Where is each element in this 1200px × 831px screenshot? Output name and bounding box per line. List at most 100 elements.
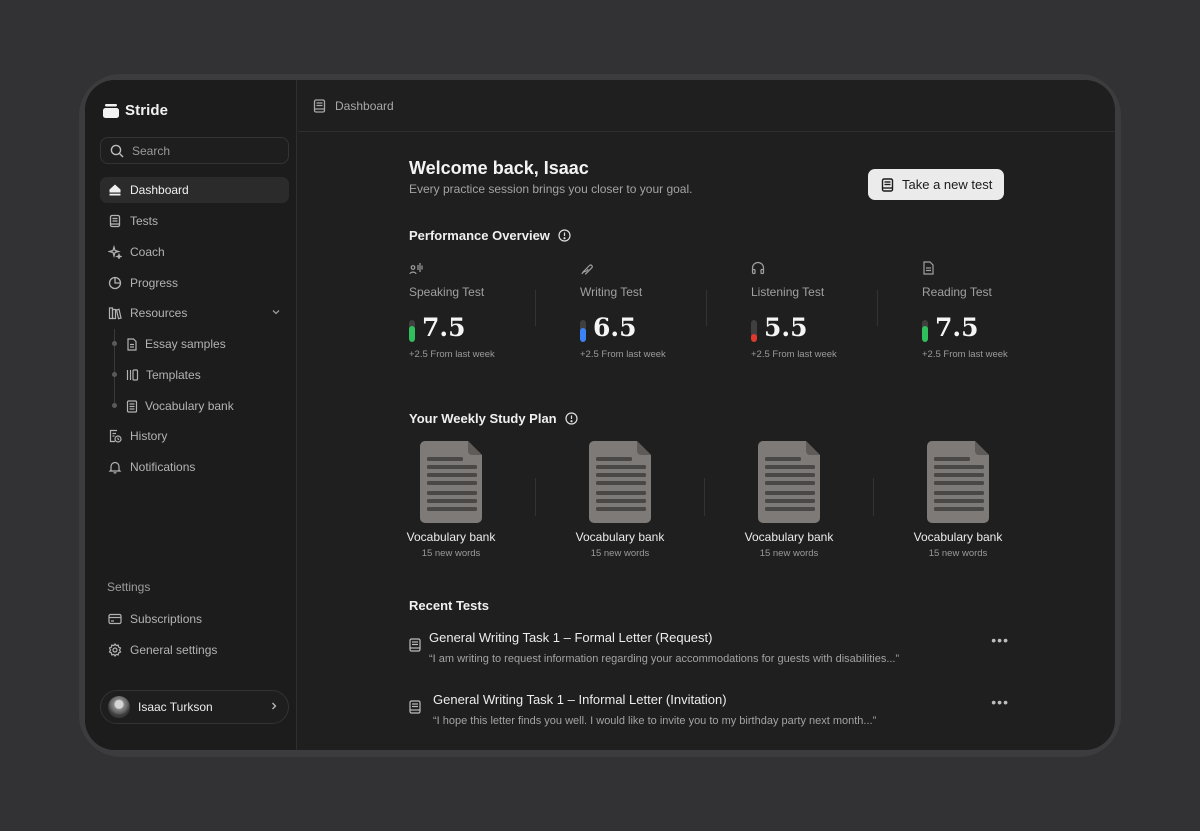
breadcrumb[interactable]: Dashboard bbox=[335, 99, 394, 113]
settings-section-label: Settings bbox=[107, 580, 151, 594]
sidebar-item-subscriptions[interactable]: Subscriptions bbox=[100, 606, 289, 632]
page-subtitle: Every practice session brings you closer… bbox=[409, 182, 693, 196]
tree-dot bbox=[112, 341, 117, 346]
sidebar-item-resources[interactable]: Resources bbox=[100, 300, 289, 326]
more-options-icon[interactable]: ••• bbox=[991, 632, 1009, 648]
metric-score: 5.5 bbox=[764, 313, 808, 342]
recent-test-item[interactable]: General Writing Task 1 – Informal Letter… bbox=[409, 692, 1009, 742]
book-icon bbox=[409, 700, 421, 714]
sidebar-item-label: General settings bbox=[130, 643, 218, 657]
metric-label: Listening Test bbox=[751, 285, 825, 299]
study-plan-card[interactable]: Vocabulary bank 15 new words bbox=[560, 441, 680, 559]
info-icon[interactable] bbox=[558, 229, 571, 242]
book-icon bbox=[313, 98, 326, 113]
user-profile-button[interactable]: Isaac Turkson bbox=[100, 690, 289, 724]
library-icon bbox=[108, 307, 122, 320]
document-illustration-icon bbox=[420, 441, 482, 523]
metric-speaking[interactable]: Speaking Test 7.5 +2.5 From last week bbox=[409, 261, 559, 371]
search-box[interactable] bbox=[100, 137, 289, 164]
sidebar-item-label: Notifications bbox=[130, 460, 196, 474]
study-plan-card[interactable]: Vocabulary bank 15 new words bbox=[729, 441, 849, 559]
sidebar-item-label: Dashboard bbox=[130, 183, 189, 197]
history-icon bbox=[109, 429, 122, 443]
recent-test-item[interactable]: General Writing Task 1 – Formal Letter (… bbox=[409, 630, 1009, 680]
score-level-fill bbox=[409, 325, 415, 342]
sidebar-item-coach[interactable]: Coach bbox=[100, 239, 289, 265]
metric-listening[interactable]: Listening Test 5.5 +2.5 From last week bbox=[751, 261, 901, 371]
study-plan-title: Vocabulary bank bbox=[913, 530, 1003, 544]
score-level-fill bbox=[580, 327, 586, 342]
document-icon bbox=[127, 337, 137, 351]
metric-reading[interactable]: Reading Test 7.5 +2.5 From last week bbox=[922, 261, 1072, 371]
book-icon bbox=[109, 214, 121, 228]
app-name: Stride bbox=[125, 102, 169, 119]
score-level-bar bbox=[751, 320, 757, 342]
tree-dot bbox=[112, 372, 117, 377]
study-plan-subtitle: 15 new words bbox=[759, 548, 819, 559]
take-new-test-button[interactable]: Take a new test bbox=[868, 169, 1004, 200]
top-bar: Dashboard bbox=[298, 80, 1115, 132]
app-window: Stride Dashboard Tests Coach Progress Re… bbox=[85, 80, 1115, 750]
recent-test-title: General Writing Task 1 – Informal Letter… bbox=[433, 692, 727, 707]
gear-icon bbox=[108, 643, 122, 657]
recent-test-snippet: “I am writing to request information reg… bbox=[429, 653, 900, 665]
sidebar-item-progress[interactable]: Progress bbox=[100, 270, 289, 296]
score-level-fill bbox=[922, 325, 928, 342]
metric-label: Speaking Test bbox=[409, 285, 485, 299]
button-label: Take a new test bbox=[902, 177, 993, 192]
sidebar-item-general-settings[interactable]: General settings bbox=[100, 637, 289, 663]
brand[interactable]: Stride bbox=[103, 102, 168, 119]
sidebar-subitem-label: Vocabulary bank bbox=[145, 399, 234, 413]
sidebar-subitem-essay-samples[interactable]: Essay samples bbox=[126, 333, 226, 355]
metric-score: 7.5 bbox=[422, 313, 466, 342]
section-title: Your Weekly Study Plan bbox=[409, 411, 557, 426]
study-plan-card[interactable]: Vocabulary bank 15 new words bbox=[898, 441, 1018, 559]
sidebar-subitem-vocabulary-bank[interactable]: Vocabulary bank bbox=[126, 395, 234, 417]
recent-test-snippet: “I hope this letter finds you well. I wo… bbox=[433, 715, 877, 727]
file-text-icon bbox=[923, 261, 934, 275]
sidebar-item-label: Subscriptions bbox=[130, 612, 203, 626]
headphones-icon bbox=[751, 261, 765, 275]
sidebar-item-dashboard[interactable]: Dashboard bbox=[100, 177, 289, 203]
sidebar-subitem-templates[interactable]: Templates bbox=[126, 364, 201, 386]
info-icon[interactable] bbox=[565, 412, 578, 425]
sidebar-item-label: Coach bbox=[130, 245, 165, 259]
metric-delta: +2.5 From last week bbox=[409, 349, 495, 360]
section-title: Performance Overview bbox=[409, 228, 550, 243]
user-name: Isaac Turkson bbox=[138, 700, 213, 714]
document-illustration-icon bbox=[927, 441, 989, 523]
sidebar-item-label: Tests bbox=[130, 214, 159, 228]
metric-writing[interactable]: Writing Test 6.5 +2.5 From last week bbox=[580, 261, 730, 371]
sidebar-subitem-label: Templates bbox=[146, 368, 201, 382]
divider bbox=[706, 290, 707, 326]
study-plan-card[interactable]: Vocabulary bank 15 new words bbox=[391, 441, 511, 559]
stride-logo-icon bbox=[103, 103, 119, 118]
sidebar-item-history[interactable]: History bbox=[100, 423, 289, 449]
recent-test-title: General Writing Task 1 – Formal Letter (… bbox=[429, 630, 713, 645]
sidebar-item-label: Resources bbox=[130, 306, 188, 320]
home-icon bbox=[109, 184, 121, 196]
more-options-icon[interactable]: ••• bbox=[991, 694, 1009, 710]
pie-chart-icon bbox=[108, 276, 122, 290]
study-plan-subtitle: 15 new words bbox=[928, 548, 988, 559]
score-level-bar bbox=[922, 320, 928, 342]
pen-icon bbox=[581, 264, 593, 275]
sidebar-subitem-label: Essay samples bbox=[145, 337, 226, 351]
book-icon bbox=[881, 177, 894, 192]
search-input[interactable] bbox=[132, 143, 272, 158]
sidebar: Stride Dashboard Tests Coach Progress Re… bbox=[85, 80, 297, 750]
section-title: Recent Tests bbox=[409, 598, 489, 613]
sidebar-item-label: History bbox=[130, 429, 168, 443]
metric-score: 7.5 bbox=[935, 313, 979, 342]
score-level-fill bbox=[751, 334, 757, 342]
sidebar-item-tests[interactable]: Tests bbox=[100, 208, 289, 234]
bell-icon bbox=[108, 461, 122, 474]
sidebar-item-notifications[interactable]: Notifications bbox=[100, 454, 289, 480]
divider bbox=[877, 290, 878, 326]
main-content: Welcome back, Isaac Every practice sessi… bbox=[298, 133, 1115, 750]
metric-score: 6.5 bbox=[593, 313, 637, 342]
avatar bbox=[108, 696, 130, 718]
book-icon bbox=[409, 638, 421, 652]
study-plan-title: Vocabulary bank bbox=[406, 530, 496, 544]
chevron-down-icon[interactable] bbox=[271, 307, 281, 317]
